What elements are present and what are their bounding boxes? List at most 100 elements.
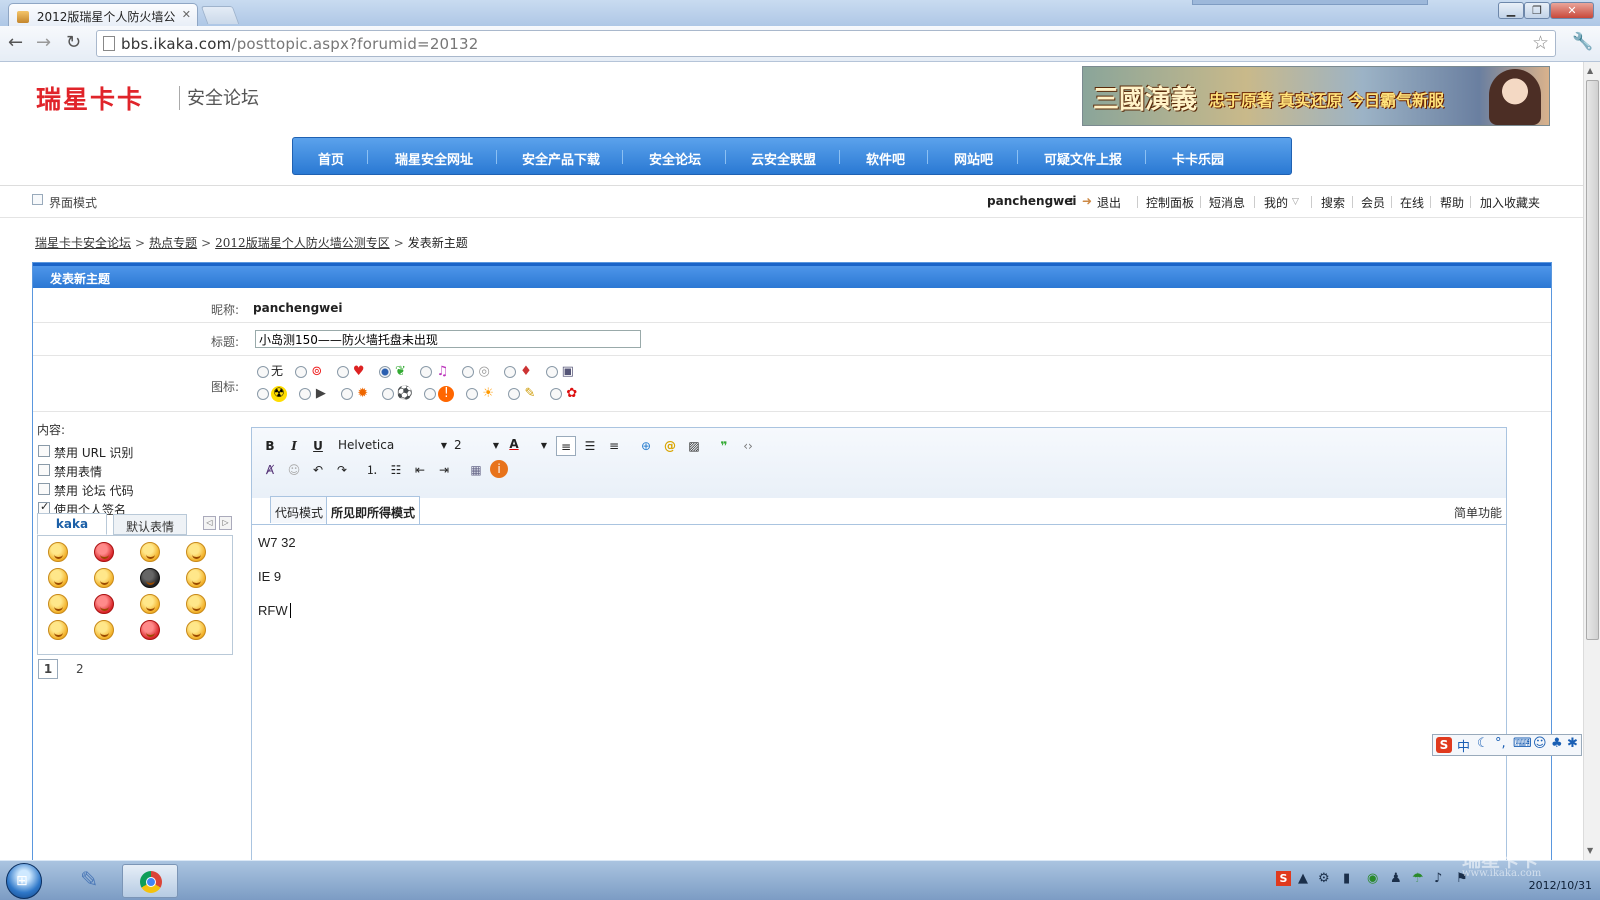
remove-format-icon[interactable]: Ⱥ <box>260 460 280 480</box>
reload-icon[interactable]: ↻ <box>66 34 81 52</box>
icon-radio[interactable] <box>294 365 307 378</box>
smiley-icon[interactable] <box>140 568 160 588</box>
logout-link[interactable]: 退出 <box>1097 194 1121 211</box>
icon-radio[interactable] <box>424 388 437 400</box>
icon-radio[interactable] <box>382 388 395 400</box>
option-disable-forum-code[interactable]: 禁用 论坛 代码 <box>37 480 237 499</box>
punctuation-icon[interactable]: °, <box>1495 736 1506 751</box>
maximize-button[interactable]: ❐ <box>1524 2 1550 19</box>
smiley-page-1[interactable]: 1 <box>38 659 58 679</box>
address-bar[interactable]: bbs.ikaka.com/posttopic.aspx?forumid=201… <box>96 30 1556 57</box>
tray-user-icon[interactable]: ♟ <box>1390 871 1402 886</box>
color-dropdown-icon[interactable]: ▼ <box>534 436 554 456</box>
icon-radio[interactable] <box>257 388 269 400</box>
nav-item-websites[interactable]: 网站吧 <box>954 149 993 168</box>
font-family-select[interactable]: Helvetica <box>338 438 394 452</box>
undo-icon[interactable]: ↶ <box>308 460 328 480</box>
smiley-icon[interactable] <box>48 568 68 588</box>
smiley-insert-icon[interactable]: ☺ <box>284 460 304 480</box>
smiley-icon[interactable] <box>186 620 206 640</box>
url-text[interactable]: bbs.ikaka.com/posttopic.aspx?forumid=201… <box>121 35 479 53</box>
nav-item-report-file[interactable]: 可疑文件上报 <box>1044 149 1122 168</box>
members-link[interactable]: 会员 <box>1361 194 1385 211</box>
underline-button[interactable]: U <box>308 436 328 456</box>
icon-radio[interactable] <box>545 365 558 378</box>
font-size-select[interactable]: 2 <box>454 438 462 452</box>
ordered-list-icon[interactable]: ⒈ <box>362 460 382 480</box>
smiley-prev-icon[interactable]: ◁ <box>203 516 216 530</box>
editor-content-area[interactable]: W7 32 IE 9 RFW <box>252 524 1506 860</box>
quote-icon[interactable]: ❞ <box>714 436 734 456</box>
simple-features-link[interactable]: 简单功能 <box>1454 504 1502 521</box>
tray-app-icon[interactable]: ⚙ <box>1318 871 1330 886</box>
icon-radio[interactable] <box>420 365 433 378</box>
wrench-icon[interactable]: ✱ <box>1567 736 1578 751</box>
link-icon[interactable]: ⊕ <box>636 436 656 456</box>
new-tab-button[interactable] <box>200 6 240 24</box>
breadcrumb-forum[interactable]: 2012版瑞星个人防火墙公测专区 <box>215 236 390 250</box>
tab-code-mode[interactable]: 代码模式 <box>270 496 329 523</box>
align-left-button[interactable]: ≡ <box>556 436 576 456</box>
unordered-list-icon[interactable]: ☷ <box>386 460 406 480</box>
tray-ime-icon[interactable]: S <box>1276 871 1291 886</box>
my-menu-link[interactable]: 我的 <box>1264 194 1288 211</box>
bold-button[interactable]: B <box>260 436 280 456</box>
checkbox[interactable] <box>38 445 50 457</box>
ad-banner[interactable]: 三國演義 忠于原著 真实还原 今日霸气新服 <box>1082 66 1550 126</box>
icon-radio-none[interactable] <box>257 365 269 378</box>
scrollbar-thumb[interactable] <box>1586 80 1599 640</box>
redo-icon[interactable]: ↷ <box>332 460 352 480</box>
table-icon[interactable]: ▦ <box>466 460 486 480</box>
smiley-page-2[interactable]: 2 <box>70 660 90 680</box>
align-right-button[interactable]: ≡ <box>604 436 624 456</box>
code-icon[interactable]: ‹› <box>738 436 758 456</box>
title-input[interactable] <box>255 330 641 348</box>
tab-wysiwyg-mode[interactable]: 所见即所得模式 <box>326 496 421 524</box>
smiley-icon[interactable] <box>48 620 68 640</box>
nav-item-cloud-alliance[interactable]: 云安全联盟 <box>751 149 816 168</box>
nav-item-software[interactable]: 软件吧 <box>866 149 905 168</box>
font-dropdown-icon[interactable]: ▼ <box>434 436 454 456</box>
online-link[interactable]: 在线 <box>1400 194 1424 211</box>
tab-close-icon[interactable]: ✕ <box>182 8 191 21</box>
messages-link[interactable]: 短消息 <box>1209 194 1245 211</box>
nav-item-security-sites[interactable]: 瑞星安全网址 <box>395 149 473 168</box>
option-disable-smilies[interactable]: 禁用表情 <box>37 461 237 480</box>
nav-item-home[interactable]: 首页 <box>318 149 344 168</box>
icon-radio[interactable] <box>462 365 475 378</box>
smiley-icon[interactable] <box>48 594 68 614</box>
smiley-icon[interactable] <box>94 568 114 588</box>
align-center-button[interactable]: ☰ <box>580 436 600 456</box>
close-window-button[interactable]: ✕ <box>1550 2 1594 19</box>
tray-umbrella-icon[interactable]: ☂ <box>1412 871 1424 886</box>
smiley-icon[interactable] <box>48 542 68 562</box>
wrench-menu-icon[interactable]: 🔧 <box>1572 32 1593 52</box>
smiley-icon[interactable] <box>186 568 206 588</box>
taskbar-pinned-app[interactable]: ✎ <box>64 864 120 898</box>
interface-mode-checkbox[interactable] <box>32 194 43 205</box>
keyboard-icon[interactable]: ⌨ <box>1513 736 1532 751</box>
smiley-icon[interactable] <box>140 620 160 640</box>
icon-radio[interactable] <box>336 365 349 378</box>
moon-icon[interactable]: ☾ <box>1477 736 1489 751</box>
tray-volume-icon[interactable]: ♪ <box>1434 871 1442 886</box>
smiley-icon[interactable] <box>140 542 160 562</box>
email-icon[interactable]: @ <box>660 436 680 456</box>
info-icon[interactable]: i <box>490 460 508 478</box>
outdent-icon[interactable]: ⇤ <box>410 460 430 480</box>
smiley-next-icon[interactable]: ▷ <box>219 516 232 530</box>
add-favorites-link[interactable]: 加入收藏夹 <box>1480 194 1540 211</box>
icon-radio[interactable] <box>298 388 311 400</box>
smiley-icon[interactable] <box>94 542 114 562</box>
icon-radio-selected[interactable] <box>378 365 391 378</box>
smiley-tab-kaka[interactable]: kaka <box>37 513 107 535</box>
smiley-icon[interactable] <box>186 542 206 562</box>
icon-radio[interactable] <box>340 388 353 400</box>
help-link[interactable]: 帮助 <box>1440 194 1464 211</box>
username[interactable]: panchengwei <box>987 194 1077 208</box>
checkbox[interactable] <box>38 464 50 476</box>
chevron-down-icon[interactable]: ▽ <box>1292 197 1299 207</box>
text-color-button[interactable]: A <box>504 434 524 454</box>
nav-item-kaka-park[interactable]: 卡卡乐园 <box>1172 149 1224 168</box>
search-link[interactable]: 搜索 <box>1321 194 1345 211</box>
